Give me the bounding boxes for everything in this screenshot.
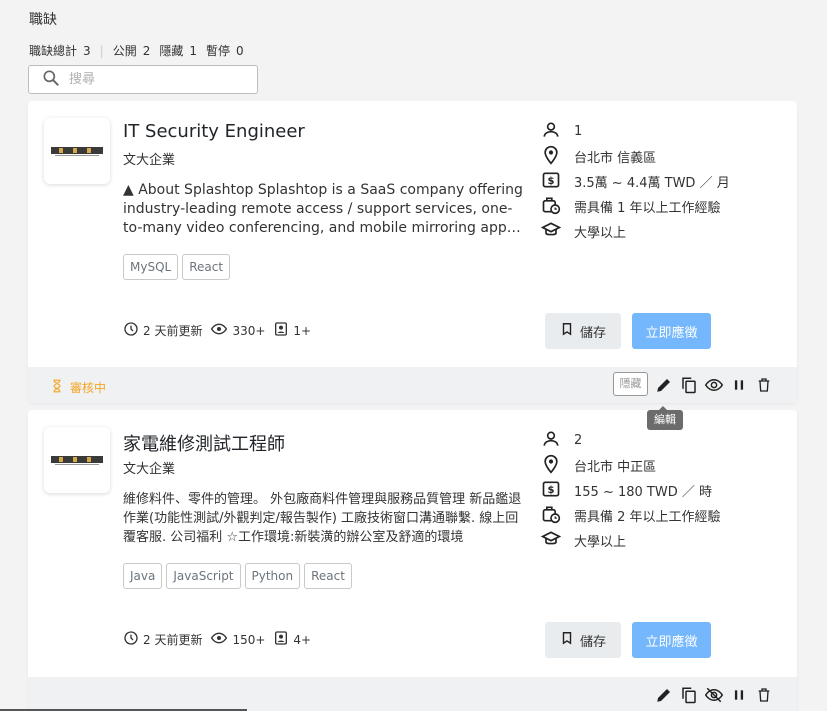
skill-tag: Java: [123, 563, 163, 589]
job-title[interactable]: IT Security Engineer: [123, 121, 305, 142]
trash-icon[interactable]: [753, 684, 775, 706]
updated-text: 2 天前更新: [143, 633, 203, 647]
job-card: IT Security Engineer 文大企業 ▲ About Splash…: [28, 101, 797, 403]
divider: |: [99, 43, 104, 58]
edit-icon[interactable]: [653, 684, 675, 706]
location: 台北市 信義區: [574, 151, 657, 166]
job-meta: 2 天前更新 150+ 4+: [123, 630, 319, 649]
pause-icon[interactable]: [728, 684, 750, 706]
company-name[interactable]: 文大企業: [123, 149, 175, 168]
save-label: 儲存: [579, 634, 606, 650]
bookmark-icon: [560, 630, 580, 650]
company-name[interactable]: 文大企業: [123, 458, 175, 477]
company-logo: [44, 427, 110, 493]
edit-tooltip: 編輯: [647, 406, 683, 430]
hidden-label: 隱藏: [159, 44, 184, 58]
skill-tags: MySQL React: [123, 254, 231, 280]
page-title: 職缺: [29, 12, 57, 28]
svg-text:$: $: [548, 176, 555, 187]
apply-button[interactable]: 立即應徵: [632, 622, 711, 658]
skill-tag: React: [182, 254, 231, 280]
card-footer: 審核中 隱藏: [28, 367, 797, 403]
skill-tag: Python: [244, 563, 301, 589]
search-box[interactable]: [28, 65, 258, 94]
job-info: 2 台北市 中正區 $155 ~ 180 TWD ／ 時 需具備 2 年以上工作…: [540, 428, 781, 553]
applicants-count: 4+: [293, 632, 312, 647]
experience: 需具備 2 年以上工作經驗: [574, 510, 721, 525]
person-icon: [541, 429, 574, 453]
card-footer: [28, 677, 797, 711]
clock-icon: [123, 321, 143, 340]
hidden-count: 1: [189, 43, 198, 58]
public-count: 2: [142, 43, 151, 58]
copy-icon[interactable]: [678, 374, 700, 396]
updated-text: 2 天前更新: [143, 324, 203, 338]
location: 台北市 中正區: [574, 460, 657, 475]
hourglass-icon: [50, 377, 70, 398]
location-icon: [541, 454, 574, 478]
salary: 155 ~ 180 TWD ／ 時: [574, 485, 712, 500]
headcount: 1: [574, 124, 583, 139]
search-icon: [41, 68, 61, 92]
copy-icon[interactable]: [678, 684, 700, 706]
pause-icon[interactable]: [728, 374, 750, 396]
eye-icon: [210, 321, 232, 340]
paused-label: 暫停: [206, 44, 231, 58]
save-label: 儲存: [579, 325, 606, 341]
public-label: 公開: [112, 44, 137, 58]
job-summary: 職缺總計 3 | 公開 2 隱藏 1 暫停 0: [29, 42, 244, 59]
paused-count: 0: [236, 43, 244, 58]
education: 大學以上: [574, 226, 627, 241]
job-card: 家電維修測試工程師 文大企業 維修料件、零件的管理。 外包廠商料件管理與服務品質…: [28, 410, 797, 711]
applicants-count: 1+: [293, 323, 312, 338]
bookmark-icon: [560, 321, 580, 341]
skill-tag: JavaScript: [166, 563, 241, 589]
applicant-icon: [273, 321, 293, 340]
person-icon: [541, 120, 574, 144]
skill-tag: MySQL: [123, 254, 179, 280]
save-button[interactable]: 儲存: [545, 622, 621, 658]
views-count: 150+: [232, 632, 266, 647]
skill-tag: React: [304, 563, 352, 589]
graduation-cap-icon: [540, 529, 574, 553]
job-description: 維修料件、零件的管理。 外包廠商料件管理與服務品質管理 新品鑑退作業(功能性測試…: [123, 492, 522, 545]
eye-icon[interactable]: [703, 374, 725, 396]
trash-icon[interactable]: [753, 374, 775, 396]
applicant-icon: [273, 630, 293, 649]
search-input[interactable]: [69, 72, 239, 87]
total-count: 3: [83, 43, 91, 58]
graduation-cap-icon: [540, 220, 574, 244]
views-count: 330+: [232, 323, 266, 338]
headcount: 2: [574, 433, 583, 448]
card-actions: [650, 374, 775, 396]
briefcase-clock-icon: [541, 195, 574, 219]
location-icon: [541, 145, 574, 169]
clock-icon: [123, 630, 143, 649]
apply-button[interactable]: 立即應徵: [632, 313, 711, 349]
education: 大學以上: [574, 535, 627, 550]
save-button[interactable]: 儲存: [545, 313, 621, 349]
company-logo: [44, 118, 110, 184]
job-info: 1 台北市 信義區 $3.5萬 ~ 4.4萬 TWD ／ 月 需具備 1 年以上…: [540, 119, 781, 244]
eye-icon: [210, 630, 232, 649]
hidden-badge: 隱藏: [613, 372, 648, 396]
job-meta: 2 天前更新 330+ 1+: [123, 321, 319, 340]
eye-off-icon[interactable]: [703, 684, 725, 706]
salary-icon: $: [541, 479, 574, 503]
job-title[interactable]: 家電維修測試工程師: [123, 430, 285, 456]
experience: 需具備 1 年以上工作經驗: [574, 201, 721, 216]
status-badge: 審核中: [50, 377, 106, 398]
salary: 3.5萬 ~ 4.4萬 TWD ／ 月: [574, 176, 730, 191]
job-description: ▲ About Splashtop Splashtop is a SaaS co…: [123, 182, 523, 236]
status-text: 審核中: [70, 381, 107, 395]
svg-text:$: $: [548, 485, 555, 496]
total-label: 職缺總計: [29, 44, 78, 58]
salary-icon: $: [541, 170, 574, 194]
card-actions: [650, 684, 775, 706]
edit-icon[interactable]: [653, 374, 675, 396]
briefcase-clock-icon: [541, 504, 574, 528]
skill-tags: Java JavaScript Python React: [123, 563, 352, 589]
